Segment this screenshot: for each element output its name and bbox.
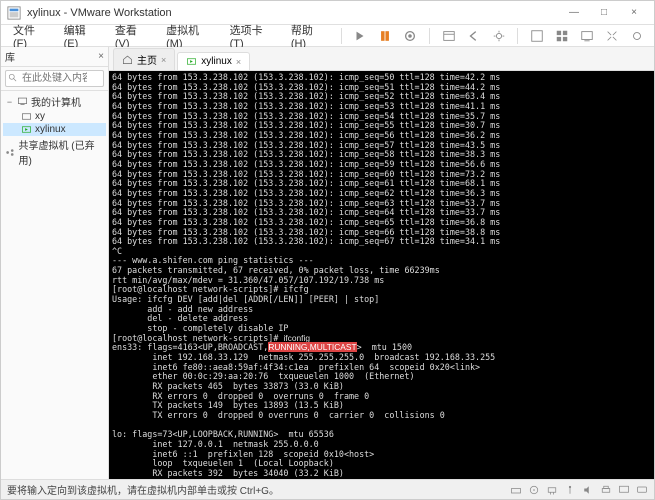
usb-icon[interactable] [564,484,576,496]
loop-button[interactable] [627,26,648,46]
tabbar: 主页 × xylinux × [109,47,654,71]
shared-icon [5,147,16,158]
maximize-button[interactable]: □ [590,4,618,22]
sidebar-close-button[interactable]: × [98,51,104,62]
status-device-icons [510,484,648,496]
terminal-console[interactable]: 64 bytes from 153.3.238.102 (153.3.238.1… [109,71,654,479]
home-icon [122,54,133,65]
revert-button[interactable] [463,26,484,46]
separator [341,28,342,44]
tab-close-button[interactable]: × [236,57,241,67]
snapshot-manager-button[interactable] [438,26,459,46]
sidebar: 库 × − 我的计算机 xy xylinux [1,47,109,479]
tree-item-shared-vms[interactable]: 共享虚拟机 (已弃用) [3,136,106,168]
separator [429,28,430,44]
console-button[interactable] [577,26,598,46]
tree-label: 我的计算机 [31,94,81,109]
stretch-button[interactable] [602,26,623,46]
separator [517,28,518,44]
tab-label: 主页 [137,52,157,67]
close-button[interactable]: × [620,4,648,22]
snapshot-button[interactable] [400,26,421,46]
tree-item-xy[interactable]: xy [3,110,106,123]
sidebar-title: 库 [5,49,15,64]
tree-label: xylinux [35,124,66,135]
statusbar: 要将输入定向到该虚拟机，请在虚拟机内部单击或按 Ctrl+G。 [1,479,654,499]
tree-label: 共享虚拟机 (已弃用) [19,137,104,167]
vm-running-icon [21,124,32,135]
search-input[interactable] [5,70,104,87]
vm-running-icon [186,56,197,67]
display-icon[interactable] [618,484,630,496]
search-icon [8,73,18,83]
status-text: 要将输入定向到该虚拟机，请在虚拟机内部单击或按 Ctrl+G。 [7,482,279,497]
vm-tree: − 我的计算机 xy xylinux 共享虚拟机 (已弃用) [1,91,108,170]
tree-item-xylinux[interactable]: xylinux [3,123,106,136]
power-button[interactable] [350,26,371,46]
fullscreen-button[interactable] [526,26,547,46]
tab-close-button[interactable]: × [161,55,166,65]
network-icon[interactable] [546,484,558,496]
pause-button[interactable] [375,26,396,46]
tab-xylinux[interactable]: xylinux × [177,52,250,70]
disk-icon[interactable] [510,484,522,496]
app-icon [7,6,21,20]
tab-label: xylinux [201,56,232,67]
minimize-button[interactable]: — [560,4,588,22]
tab-home[interactable]: 主页 × [113,48,175,70]
expand-icon[interactable]: − [5,97,14,107]
tree-label: xy [35,111,45,122]
computer-icon [17,96,28,107]
window-title: xylinux - VMware Workstation [27,7,560,19]
vm-icon [21,111,32,122]
sound-icon[interactable] [582,484,594,496]
tree-root-my-computer[interactable]: − 我的计算机 [3,93,106,110]
message-icon[interactable] [636,484,648,496]
printer-icon[interactable] [600,484,612,496]
cd-icon[interactable] [528,484,540,496]
unity-button[interactable] [551,26,572,46]
settings-button[interactable] [488,26,509,46]
menubar: 文件(F) 编辑(E) 查看(V) 虚拟机(M) 选项卡(T) 帮助(H) [1,25,654,47]
